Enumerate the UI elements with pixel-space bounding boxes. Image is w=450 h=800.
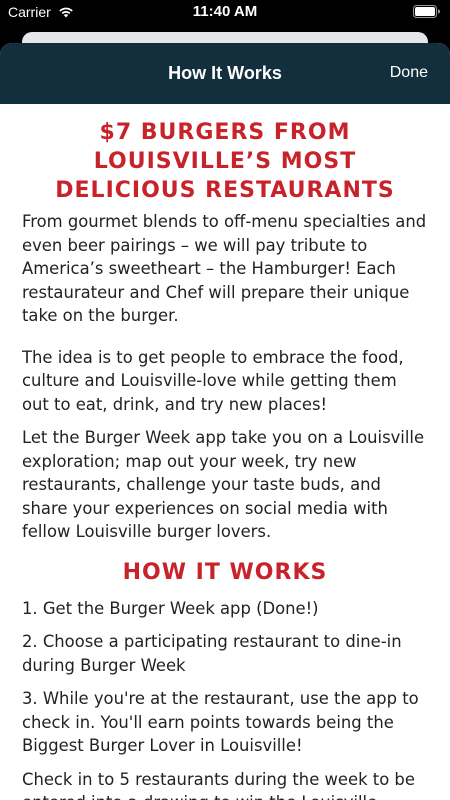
modal-sheet: How It Works Done $7 BURGERS FROM LOUISV… [0, 43, 450, 800]
navigation-bar: How It Works Done [0, 43, 450, 104]
main-heading: $7 BURGERS FROM LOUISVILLE’S MOST DELICI… [55, 120, 395, 203]
step-3: 3. While you're at the restaurant, use t… [22, 689, 419, 755]
step-1: 1. Get the Burger Week app (Done!) [22, 598, 319, 618]
step-2: 2. Choose a participating restaurant to … [22, 632, 402, 675]
battery-icon [413, 5, 440, 21]
page-title: How It Works [168, 63, 282, 83]
exploration-paragraph: Let the Burger Week app take you on a Lo… [22, 428, 425, 541]
status-bar: Carrier 11:40 AM [0, 0, 450, 24]
prize-paragraph: Check in to 5 restaurants during the wee… [22, 769, 415, 800]
idea-paragraph: The idea is to get people to embrace the… [22, 347, 404, 414]
done-button[interactable]: Done [390, 64, 428, 82]
intro-paragraph: From gourmet blends to off-menu specialt… [22, 212, 427, 325]
section-heading: HOW IT WORKS [122, 559, 328, 585]
status-time: 11:40 AM [192, 3, 258, 20]
content-area[interactable]: $7 BURGERS FROM LOUISVILLE’S MOST DELICI… [0, 104, 450, 800]
